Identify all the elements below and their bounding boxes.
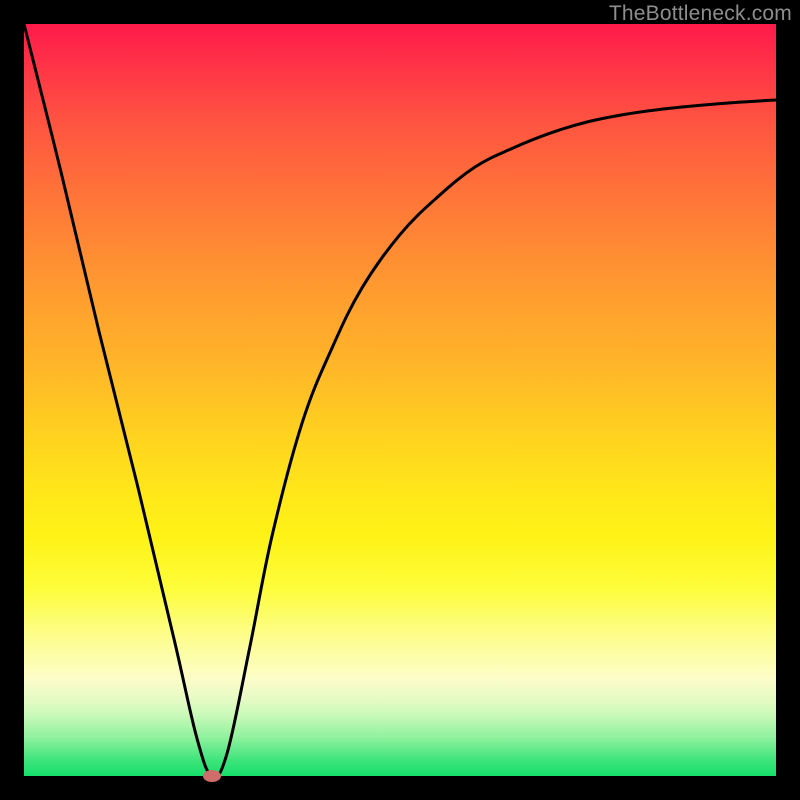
watermark-text: TheBottleneck.com xyxy=(609,2,792,26)
chart-canvas: TheBottleneck.com xyxy=(0,0,800,800)
plot-area xyxy=(24,24,776,776)
optimal-point-marker xyxy=(203,770,221,782)
curve-svg xyxy=(24,24,776,776)
bottleneck-curve xyxy=(24,24,776,776)
